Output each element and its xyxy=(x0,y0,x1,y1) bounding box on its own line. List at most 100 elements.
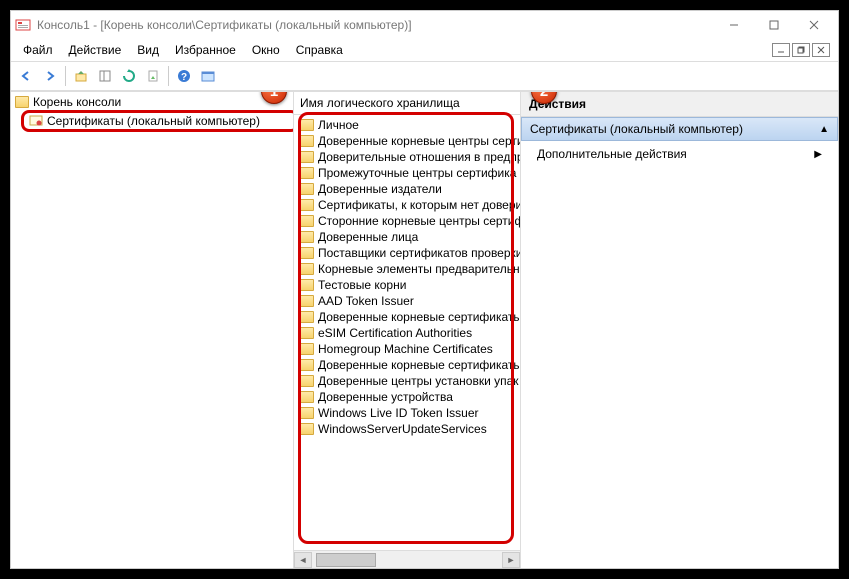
menu-window[interactable]: Окно xyxy=(244,41,288,59)
export-button[interactable] xyxy=(142,65,164,87)
menu-help[interactable]: Справка xyxy=(288,41,351,59)
list-item-label: Доверенные лица xyxy=(318,230,418,244)
list-item[interactable]: Сторонние корневые центры сертиф xyxy=(296,213,518,229)
list-item-label: Доверенные центры установки упак xyxy=(318,374,519,388)
tree-root-node[interactable]: Корень консоли xyxy=(13,94,291,110)
list-item-label: Доверительные отношения в предпр xyxy=(318,150,520,164)
window-controls xyxy=(714,14,834,36)
list-item[interactable]: Homegroup Machine Certificates xyxy=(296,341,518,357)
list-item-label: AAD Token Issuer xyxy=(318,294,414,308)
list-column-header[interactable]: Имя логического хранилища xyxy=(294,92,520,115)
tree-certificates-node[interactable]: Сертификаты (локальный компьютер) xyxy=(25,112,291,130)
app-icon xyxy=(15,17,31,33)
list-item-label: Доверенные корневые сертификаты xyxy=(318,310,520,324)
list-item-label: Windows Live ID Token Issuer xyxy=(318,406,479,420)
folder-icon xyxy=(300,343,314,355)
list-item[interactable]: Доверительные отношения в предпр xyxy=(296,149,518,165)
list-item[interactable]: AAD Token Issuer xyxy=(296,293,518,309)
tree-root-label: Корень консоли xyxy=(33,95,121,109)
list-item[interactable]: Windows Live ID Token Issuer xyxy=(296,405,518,421)
list-item[interactable]: Доверенные устройства xyxy=(296,389,518,405)
actions-header: Действия xyxy=(521,92,838,117)
list-item[interactable]: eSIM Certification Authorities xyxy=(296,325,518,341)
menu-view[interactable]: Вид xyxy=(129,41,167,59)
list-item[interactable]: Промежуточные центры сертифика xyxy=(296,165,518,181)
list-item[interactable]: Доверенные издатели xyxy=(296,181,518,197)
folder-icon xyxy=(300,135,314,147)
menu-action[interactable]: Действие xyxy=(61,41,130,59)
scroll-track[interactable] xyxy=(312,552,502,568)
toolbar: ? xyxy=(11,61,838,91)
list-item-label: Доверенные устройства xyxy=(318,390,453,404)
menu-favorites[interactable]: Избранное xyxy=(167,41,244,59)
body-area: 1 2 Корень консоли Сертификаты (локальны… xyxy=(11,91,838,568)
list-item-label: Корневые элементы предварительно xyxy=(318,262,520,276)
titlebar: Консоль1 - [Корень консоли\Сертификаты (… xyxy=(11,11,838,39)
tree-panel[interactable]: Корень консоли Сертификаты (локальный ко… xyxy=(11,92,294,568)
maximize-button[interactable] xyxy=(754,14,794,36)
list-item-label: Доверенные корневые сертификаты xyxy=(318,358,520,372)
folder-icon xyxy=(300,167,314,179)
horizontal-scrollbar[interactable]: ◄ ► xyxy=(294,550,520,568)
actions-selected-item[interactable]: Сертификаты (локальный компьютер) ▲ xyxy=(521,117,838,141)
folder-icon xyxy=(300,231,314,243)
mdi-controls xyxy=(772,43,834,57)
list-panel[interactable]: Имя логического хранилища ЛичноеДоверенн… xyxy=(294,92,521,568)
up-button[interactable] xyxy=(70,65,92,87)
list-item-label: Доверенные корневые центры серти xyxy=(318,134,520,148)
actions-more-item[interactable]: Дополнительные действия ▶ xyxy=(521,141,838,167)
list-item[interactable]: Доверенные корневые сертификаты xyxy=(296,309,518,325)
scroll-thumb[interactable] xyxy=(316,553,376,567)
folder-icon xyxy=(300,247,314,259)
list-item[interactable]: Доверенные лица xyxy=(296,229,518,245)
window-title: Консоль1 - [Корень консоли\Сертификаты (… xyxy=(37,18,714,32)
menu-file[interactable]: Файл xyxy=(15,41,61,59)
list-item-label: Промежуточные центры сертифика xyxy=(318,166,516,180)
back-button[interactable] xyxy=(15,65,37,87)
scroll-right-button[interactable]: ► xyxy=(502,552,520,568)
folder-icon xyxy=(300,263,314,275)
list-item-label: Сертификаты, к которым нет довери xyxy=(318,198,520,212)
view-button[interactable] xyxy=(197,65,219,87)
folder-icon xyxy=(300,311,314,323)
actions-more-label: Дополнительные действия xyxy=(537,147,687,161)
certificate-icon xyxy=(29,114,43,128)
folder-icon xyxy=(300,375,314,387)
show-hide-button[interactable] xyxy=(94,65,116,87)
minimize-button[interactable] xyxy=(714,14,754,36)
list-item[interactable]: Доверенные корневые центры серти xyxy=(296,133,518,149)
folder-icon xyxy=(300,279,314,291)
folder-icon xyxy=(300,407,314,419)
list-item-label: Доверенные издатели xyxy=(318,182,442,196)
folder-icon xyxy=(300,215,314,227)
mdi-restore-button[interactable] xyxy=(792,43,810,57)
mdi-close-button[interactable] xyxy=(812,43,830,57)
list-item[interactable]: Доверенные корневые сертификаты xyxy=(296,357,518,373)
mdi-minimize-button[interactable] xyxy=(772,43,790,57)
scroll-left-button[interactable]: ◄ xyxy=(294,552,312,568)
list-item[interactable]: Поставщики сертификатов проверки xyxy=(296,245,518,261)
list-item-label: Homegroup Machine Certificates xyxy=(318,342,493,356)
list-item[interactable]: Личное xyxy=(296,117,518,133)
list-item[interactable]: Тестовые корни xyxy=(296,277,518,293)
refresh-button[interactable] xyxy=(118,65,140,87)
list-item[interactable]: Корневые элементы предварительно xyxy=(296,261,518,277)
folder-icon xyxy=(300,327,314,339)
list-item[interactable]: WindowsServerUpdateServices xyxy=(296,421,518,437)
help-button[interactable]: ? xyxy=(173,65,195,87)
list-item-label: Поставщики сертификатов проверки xyxy=(318,246,520,260)
folder-icon xyxy=(300,423,314,435)
list-item-label: Тестовые корни xyxy=(318,278,406,292)
list-item-label: eSIM Certification Authorities xyxy=(318,326,472,340)
folder-icon xyxy=(300,199,314,211)
actions-selected-label: Сертификаты (локальный компьютер) xyxy=(530,122,743,136)
list-item[interactable]: Доверенные центры установки упак xyxy=(296,373,518,389)
collapse-arrow-icon: ▲ xyxy=(819,124,829,135)
forward-button[interactable] xyxy=(39,65,61,87)
list-item[interactable]: Сертификаты, к которым нет довери xyxy=(296,197,518,213)
close-button[interactable] xyxy=(794,14,834,36)
menubar: Файл Действие Вид Избранное Окно Справка xyxy=(11,39,838,61)
folder-icon xyxy=(300,391,314,403)
list-body[interactable]: ЛичноеДоверенные корневые центры серти До… xyxy=(294,115,520,550)
toolbar-separator xyxy=(65,66,66,86)
